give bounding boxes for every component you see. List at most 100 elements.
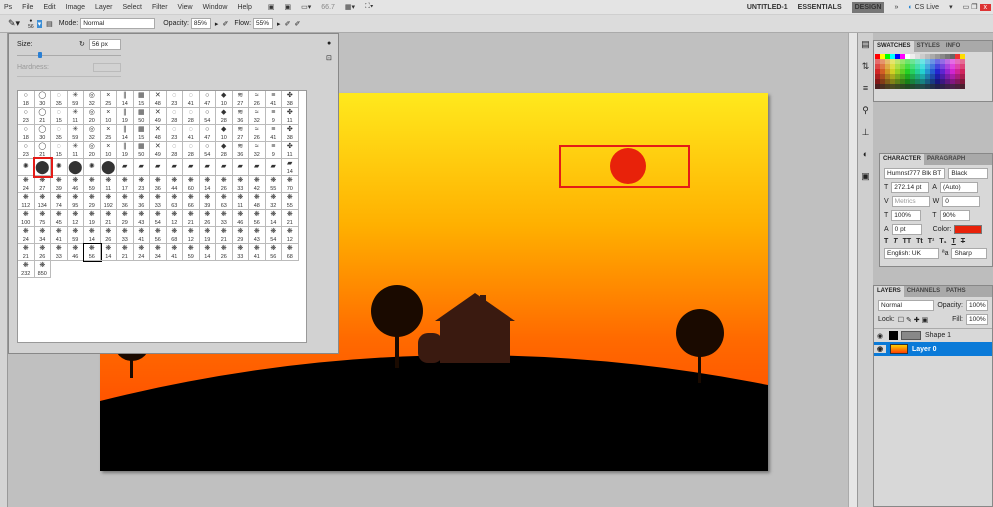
brush-preset[interactable]: ✕ 49: [150, 108, 167, 125]
brush-preset[interactable]: ❋ 48: [249, 193, 266, 210]
visibility-eye-icon[interactable]: ◉: [874, 345, 886, 353]
menu-view[interactable]: View: [178, 4, 193, 11]
menu-help[interactable]: Help: [237, 4, 251, 11]
brush-preset[interactable]: ◌ 28: [166, 142, 183, 159]
brush-preset[interactable]: ❋ 232: [18, 261, 35, 278]
brush-preset[interactable]: ▰: [183, 159, 200, 176]
horizontal-scale-input[interactable]: 90%: [939, 210, 970, 221]
kerning-input[interactable]: Metrics: [891, 196, 930, 207]
text-color-swatch[interactable]: [954, 225, 983, 234]
tool-presets-icon[interactable]: ⊥: [858, 127, 873, 143]
new-preset-icon[interactable]: ⊡: [326, 54, 332, 62]
blend-mode-select[interactable]: Normal: [878, 300, 935, 311]
view-extras-icon[interactable]: ▭▾: [301, 3, 311, 11]
brush-preset[interactable]: ≈26: [249, 125, 266, 142]
brush-preset[interactable]: ❋ 33: [232, 176, 249, 193]
workspace-essentials[interactable]: ESSENTIALS: [798, 4, 842, 11]
brush-preset[interactable]: ❋ 14: [199, 244, 216, 261]
brush-preset[interactable]: ○ 18: [18, 125, 35, 142]
brush-preset[interactable]: ≡ 41: [265, 91, 282, 108]
tools-panel-collapsed[interactable]: [0, 33, 8, 507]
brush-preset[interactable]: ▦ 50: [133, 142, 150, 159]
faux-bold-button[interactable]: T: [884, 238, 888, 245]
zoom-level[interactable]: 66.7: [321, 4, 335, 11]
screen-mode-icon[interactable]: ⛶▾: [365, 3, 373, 11]
visibility-eye-icon[interactable]: ◉: [874, 332, 886, 340]
brush-preset[interactable]: ▰: [265, 159, 282, 176]
brush-preset[interactable]: ◯ 30: [34, 91, 51, 108]
brush-preset[interactable]: × 25: [100, 91, 117, 108]
brush-preset[interactable]: ❋ 33: [216, 210, 233, 227]
brush-preset[interactable]: ○ 47: [199, 125, 216, 142]
brush-preset[interactable]: ❋ 134: [34, 193, 51, 210]
brush-preset[interactable]: ❋ 21: [183, 210, 200, 227]
brush-preset[interactable]: × 10: [100, 108, 117, 125]
brush-preset[interactable]: ❋ 26: [216, 176, 233, 193]
brush-preset[interactable]: ⬤: [32, 157, 53, 178]
brush-preset[interactable]: ◎ 32: [84, 125, 101, 142]
brush-preset[interactable]: ❋ 56: [150, 227, 167, 244]
brush-preset[interactable]: ❋ 43: [249, 227, 266, 244]
brush-preset[interactable]: ◌ 41: [183, 91, 200, 108]
brush-preset[interactable]: ❋ 850: [34, 261, 51, 278]
small-caps-button[interactable]: Tt: [916, 238, 923, 245]
brush-preset[interactable]: ❋ 56: [249, 210, 266, 227]
brush-preset[interactable]: ◌ 15: [51, 108, 68, 125]
brush-preset[interactable]: ◎ 20: [84, 108, 101, 125]
brush-preset[interactable]: ✺: [51, 159, 68, 176]
brush-preset[interactable]: ❋ 26: [199, 210, 216, 227]
brush-preset[interactable]: ❋ 12: [282, 227, 299, 244]
brush-preset[interactable]: ❋ 36: [150, 176, 167, 193]
baseline-input[interactable]: 0 pt: [891, 224, 922, 235]
brush-preset[interactable]: ❋ 11: [100, 176, 117, 193]
tracking-input[interactable]: 0: [942, 196, 981, 207]
brush-preset[interactable]: ▰: [166, 159, 183, 176]
brush-preset[interactable]: ◌ 28: [166, 108, 183, 125]
brush-preset[interactable]: ◌ 35: [51, 91, 68, 108]
menu-image[interactable]: Image: [66, 4, 85, 11]
fill-input[interactable]: 100%: [966, 314, 988, 325]
brush-preset[interactable]: ❋ 26: [216, 244, 233, 261]
brush-preset[interactable]: ❋ 70: [282, 176, 299, 193]
tab-swatches[interactable]: SWATCHES: [874, 41, 914, 52]
brush-preset[interactable]: ❋ 192: [100, 193, 117, 210]
brush-preset[interactable]: ❋ 14: [265, 210, 282, 227]
flow-slider-button[interactable]: ▸: [277, 20, 281, 28]
brush-preset[interactable]: ❋ 63: [216, 193, 233, 210]
layer-name[interactable]: Shape 1: [925, 332, 951, 339]
menu-filter[interactable]: Filter: [152, 4, 168, 11]
airbrush-icon[interactable]: ✐: [285, 20, 291, 28]
brush-preset[interactable]: ○ 54: [199, 108, 216, 125]
brush-preset[interactable]: ❋ 34: [150, 244, 167, 261]
brush-preset[interactable]: ◌ 23: [166, 91, 183, 108]
brush-preset[interactable]: ◌ 41: [183, 125, 200, 142]
brush-preset[interactable]: ❋ 21: [18, 244, 35, 261]
brush-preset[interactable]: ≋ 36: [232, 142, 249, 159]
mode-select[interactable]: Normal: [80, 18, 156, 29]
panel-menu-icon[interactable]: ●: [327, 40, 331, 47]
brush-preset[interactable]: ❋ 11: [232, 193, 249, 210]
language-select[interactable]: English: UK: [884, 248, 939, 259]
brush-preset[interactable]: ◆ 28: [216, 142, 233, 159]
brush-preset[interactable]: ❋ 17: [117, 176, 134, 193]
brush-preset[interactable]: ❋ 39: [199, 193, 216, 210]
pressure-opacity-icon[interactable]: ✐: [222, 20, 228, 28]
brush-preset[interactable]: ≈32: [249, 142, 266, 159]
tab-paths[interactable]: PATHS: [943, 286, 968, 297]
brush-preset[interactable]: ◯ 21: [34, 142, 51, 159]
brush-preset[interactable]: ▰: [199, 159, 216, 176]
brush-preset[interactable]: ◆ 10: [216, 125, 233, 142]
brush-preset[interactable]: ❋ 12: [166, 210, 183, 227]
arrange-icon[interactable]: ▦▾: [345, 3, 355, 11]
brush-preset[interactable]: ❋ 26: [34, 244, 51, 261]
brush-preset[interactable]: ✤ 38: [282, 91, 299, 108]
brush-preset[interactable]: ❋ 29: [232, 227, 249, 244]
brush-preset[interactable]: ≈26: [249, 91, 266, 108]
brush-preset[interactable]: ○ 23: [18, 142, 35, 159]
brush-preset[interactable]: ❋ 26: [100, 227, 117, 244]
brush-preset[interactable]: × 25: [100, 125, 117, 142]
brush-preset[interactable]: ❋ 56: [265, 244, 282, 261]
brush-preset[interactable]: ❋ 14: [84, 227, 101, 244]
brush-preset[interactable]: ❋ 41: [166, 244, 183, 261]
brush-preset[interactable]: ❋ 75: [34, 210, 51, 227]
